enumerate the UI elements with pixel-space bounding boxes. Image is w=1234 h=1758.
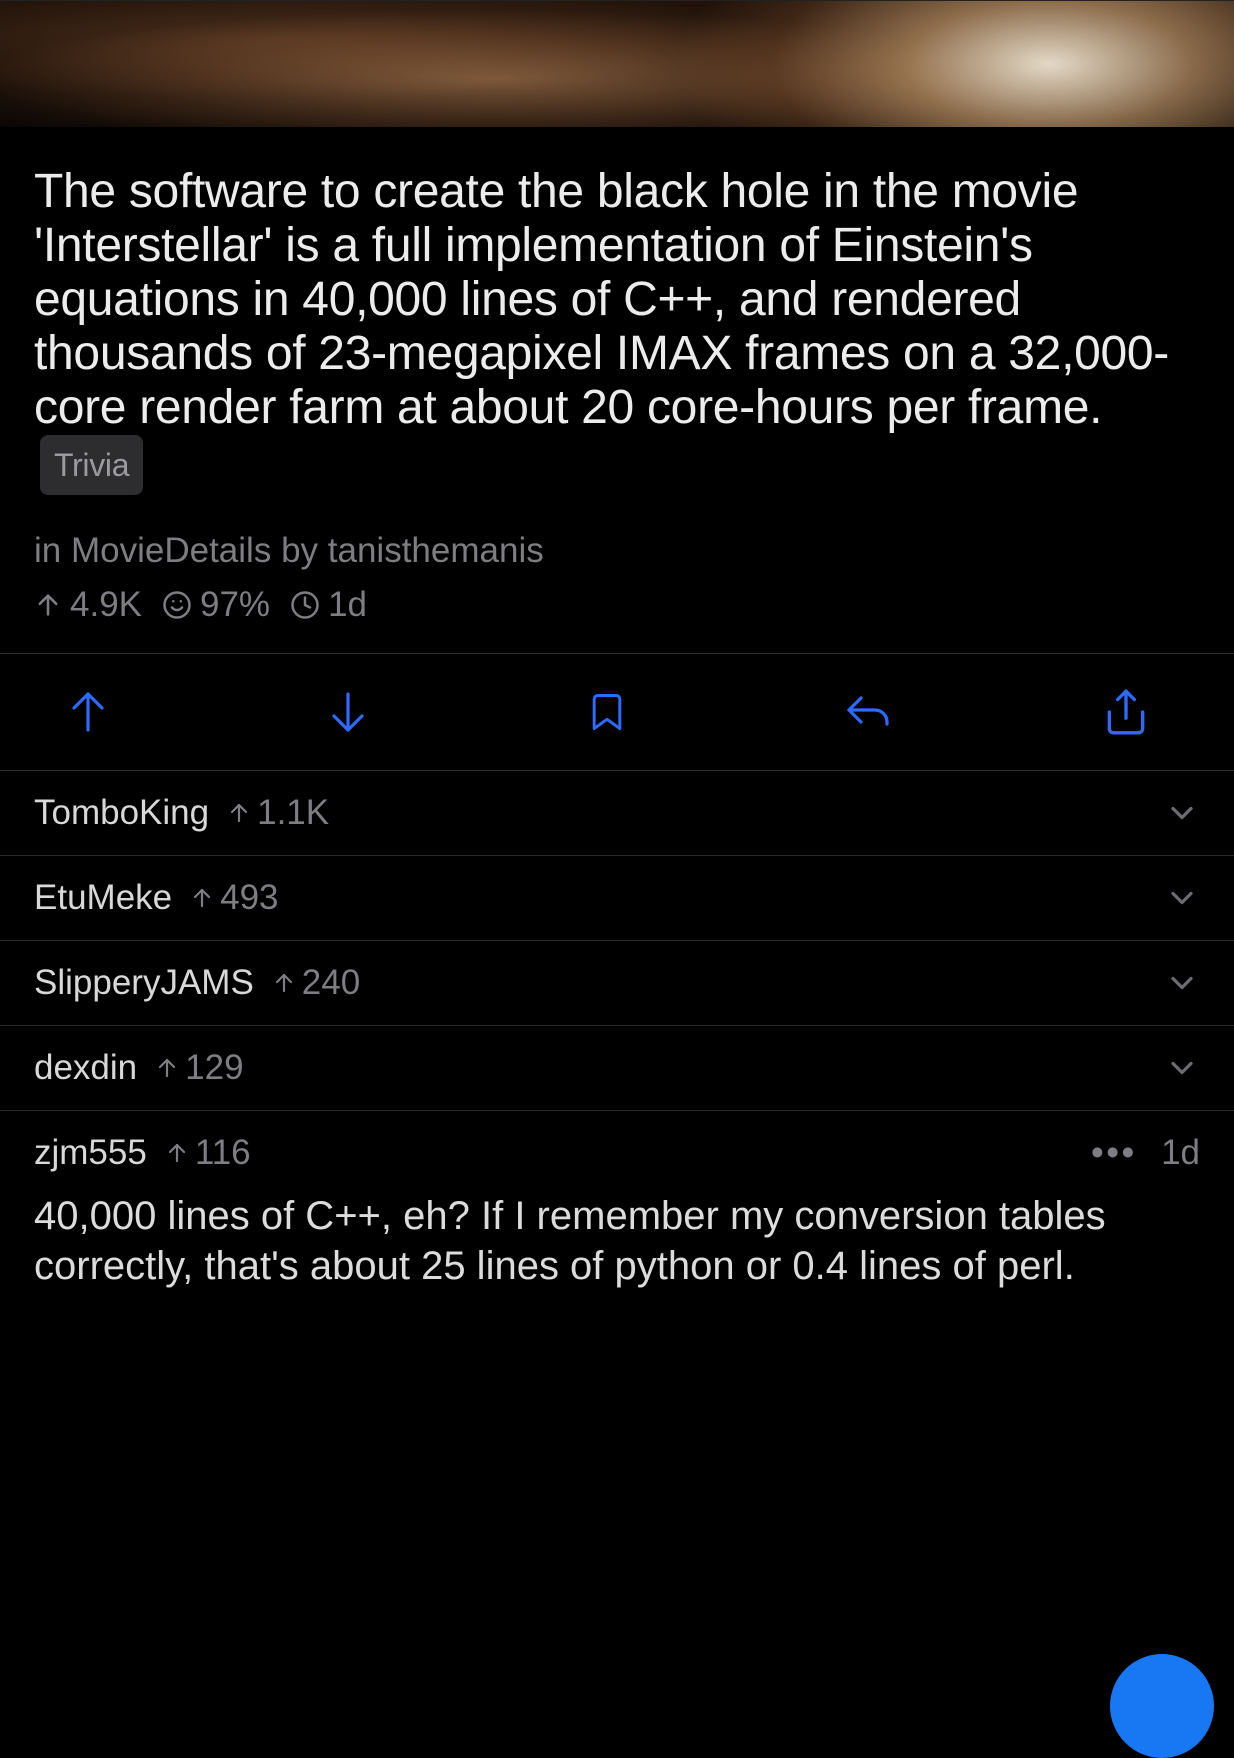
comment-username[interactable]: EtuMeke bbox=[34, 878, 172, 918]
stat-age: 1d bbox=[290, 585, 367, 625]
chevron-down-icon[interactable] bbox=[1164, 880, 1200, 916]
post-flair-tag[interactable]: Trivia bbox=[40, 435, 143, 495]
post-title: The software to create the black hole in… bbox=[34, 165, 1200, 495]
collapsed-comment-row[interactable]: EtuMeke 493 bbox=[0, 856, 1234, 941]
expanded-comment[interactable]: zjm555 116 ••• 1d 40,000 lines of C++, e… bbox=[0, 1111, 1234, 1291]
comment-score: 116 bbox=[165, 1133, 251, 1173]
comment-score-value: 1.1K bbox=[257, 793, 329, 833]
meta-by-prefix: by bbox=[281, 531, 318, 570]
author-link[interactable]: tanisthemanis bbox=[328, 531, 544, 570]
collapsed-comment-row[interactable]: SlipperyJAMS 240 bbox=[0, 941, 1234, 1026]
reply-arrow-icon bbox=[839, 688, 895, 736]
comment-score: 493 bbox=[190, 878, 278, 918]
upvote-button[interactable] bbox=[60, 684, 116, 740]
chevron-down-icon[interactable] bbox=[1164, 965, 1200, 1001]
compose-fab-button[interactable] bbox=[1110, 1654, 1214, 1758]
reply-button[interactable] bbox=[839, 684, 895, 740]
more-options-button[interactable]: ••• bbox=[1091, 1133, 1137, 1173]
comment-score-value: 116 bbox=[195, 1133, 251, 1173]
comment-score-value: 240 bbox=[302, 963, 360, 1003]
arrow-down-icon bbox=[324, 683, 372, 741]
post-stats: 4.9K 97% 1d bbox=[34, 585, 1200, 625]
bookmark-icon bbox=[585, 684, 629, 740]
arrow-up-icon bbox=[155, 1055, 179, 1081]
comment-score: 1.1K bbox=[227, 793, 329, 833]
collapsed-comment-row[interactable]: TomboKing 1.1K bbox=[0, 771, 1234, 856]
comment-username[interactable]: SlipperyJAMS bbox=[34, 963, 254, 1003]
upvote-ratio: 97% bbox=[200, 585, 270, 625]
save-button[interactable] bbox=[579, 684, 635, 740]
comment-username[interactable]: TomboKing bbox=[34, 793, 209, 833]
collapsed-comment-row[interactable]: dexdin 129 bbox=[0, 1026, 1234, 1111]
post-title-text: The software to create the black hole in… bbox=[34, 165, 1169, 434]
comment-score-value: 493 bbox=[220, 878, 278, 918]
comment-score: 129 bbox=[155, 1048, 243, 1088]
comment-username[interactable]: dexdin bbox=[34, 1048, 137, 1088]
post-meta: in MovieDetails by tanisthemanis bbox=[34, 531, 1200, 571]
chevron-down-icon[interactable] bbox=[1164, 795, 1200, 831]
post-action-bar bbox=[0, 654, 1234, 771]
arrow-up-icon bbox=[165, 1140, 189, 1166]
share-icon bbox=[1101, 684, 1151, 740]
smile-icon bbox=[162, 590, 192, 620]
comment-username[interactable]: zjm555 bbox=[34, 1133, 147, 1173]
chevron-down-icon[interactable] bbox=[1164, 1050, 1200, 1086]
stat-upvotes: 4.9K bbox=[34, 585, 142, 625]
stat-ratio: 97% bbox=[162, 585, 270, 625]
arrow-up-icon bbox=[190, 885, 214, 911]
subreddit-link[interactable]: MovieDetails bbox=[71, 531, 271, 570]
clock-icon bbox=[290, 590, 320, 620]
downvote-button[interactable] bbox=[320, 684, 376, 740]
comment-score: 240 bbox=[272, 963, 360, 1003]
post-hero-image[interactable] bbox=[0, 0, 1234, 127]
upvote-count: 4.9K bbox=[70, 585, 142, 625]
share-button[interactable] bbox=[1098, 684, 1154, 740]
meta-in-prefix: in bbox=[34, 531, 61, 570]
arrow-up-icon bbox=[227, 800, 251, 826]
arrow-up-icon bbox=[34, 590, 62, 620]
arrow-up-icon bbox=[272, 970, 296, 996]
post-age: 1d bbox=[328, 585, 367, 625]
comment-score-value: 129 bbox=[185, 1048, 243, 1088]
comment-body: 40,000 lines of C++, eh? If I remember m… bbox=[34, 1191, 1200, 1291]
arrow-up-icon bbox=[64, 683, 112, 741]
comment-age: 1d bbox=[1161, 1133, 1200, 1173]
